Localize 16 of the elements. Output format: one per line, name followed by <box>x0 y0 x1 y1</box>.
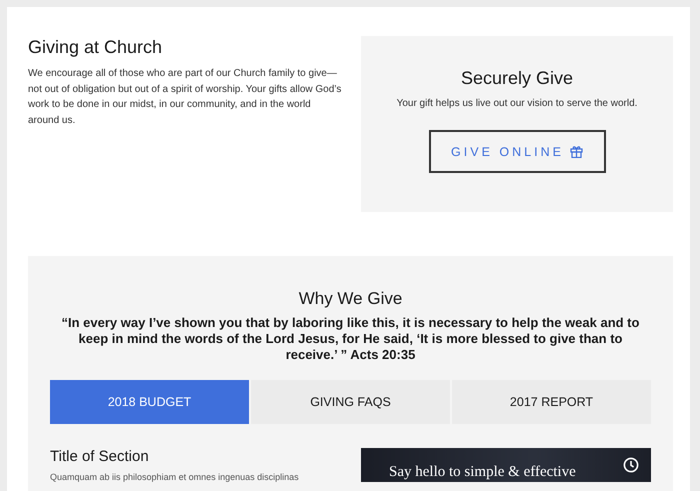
tab[interactable]: 2017 REPORT <box>452 380 651 424</box>
intro-text: We encourage all of those who are part of our Church family to give—not out of obligation but out of a spirit of worship. Your gifts allow God’s work to be done in our midst, in our community, and in the world around us. <box>28 67 342 128</box>
clock-icon[interactable] <box>623 457 639 473</box>
tab[interactable]: GIVING FAQS <box>251 380 450 424</box>
section-title: Why We Give <box>298 289 404 309</box>
card-subtitle: Your gift helps us live out our vision to serve the world. <box>396 98 638 109</box>
video-thumbnail[interactable]: Say hello to simple & effective <box>361 448 651 482</box>
video-title: Say hello to simple & effective <box>389 463 576 481</box>
card-title: Securely Give <box>460 68 574 89</box>
quote-text: “In every way I’ve shown you that by laboring like this, it is necessary to help the weak and to keep in mind the words of the Lord Jesus, for He said, ‘It is more blessed to give than to receive.’ ” Acts 20:35 <box>60 315 640 363</box>
tab[interactable]: 2018 BUDGET <box>50 380 249 424</box>
section-text: Quamquam ab iis philosophiam et omnes ingenuas disciplinas <box>50 472 300 482</box>
intro-title: Giving at Church <box>28 37 164 58</box>
section-heading: Title of Section <box>50 448 150 465</box>
give-online-button[interactable]: GIVE ONLINE <box>428 130 606 173</box>
gift-icon <box>570 145 583 158</box>
